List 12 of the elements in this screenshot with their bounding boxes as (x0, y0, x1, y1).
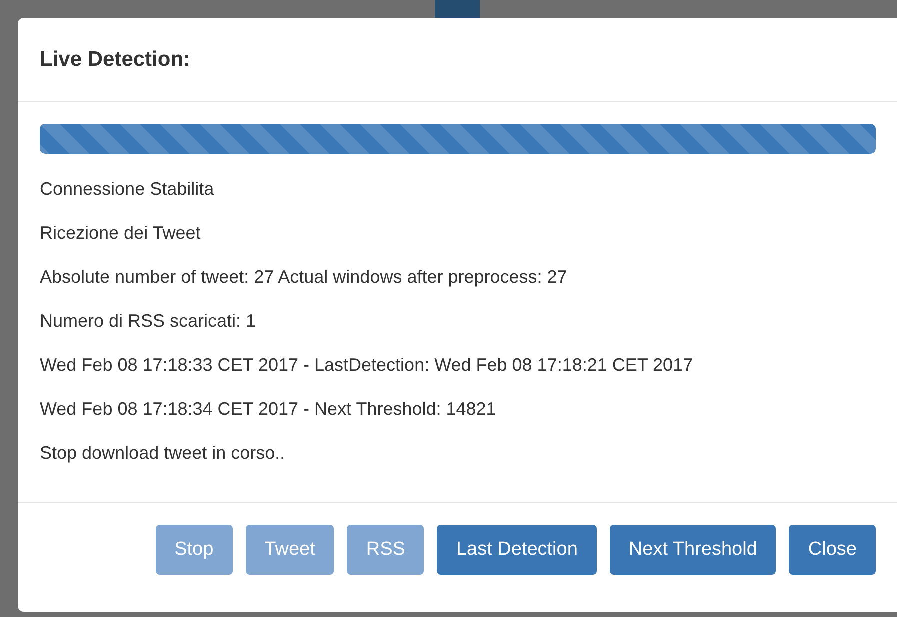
status-message: Wed Feb 08 17:18:34 CET 2017 - Next Threshold: 14821 (40, 398, 498, 421)
status-message: Ricezione dei Tweet (40, 222, 202, 245)
status-message: Numero di RSS scaricati: 1 (40, 310, 258, 333)
status-message: Wed Feb 08 17:18:33 CET 2017 - LastDetection: Wed Feb 08 17:18:21 CET 2017 (40, 354, 694, 377)
dialog-button[interactable]: Next Threshold (610, 525, 776, 575)
dialog-button[interactable]: Close (789, 525, 876, 575)
status-message: Connessione Stabilita (40, 178, 216, 201)
status-message: Stop download tweet in corso.. (40, 442, 286, 465)
background-panel (435, 0, 480, 20)
dialog-button[interactable]: Last Detection (437, 525, 597, 575)
dialog-title: Live Detection: (40, 48, 191, 72)
status-message: Absolute number of tweet: 27 Actual windows after preprocess: 27 (40, 266, 568, 289)
